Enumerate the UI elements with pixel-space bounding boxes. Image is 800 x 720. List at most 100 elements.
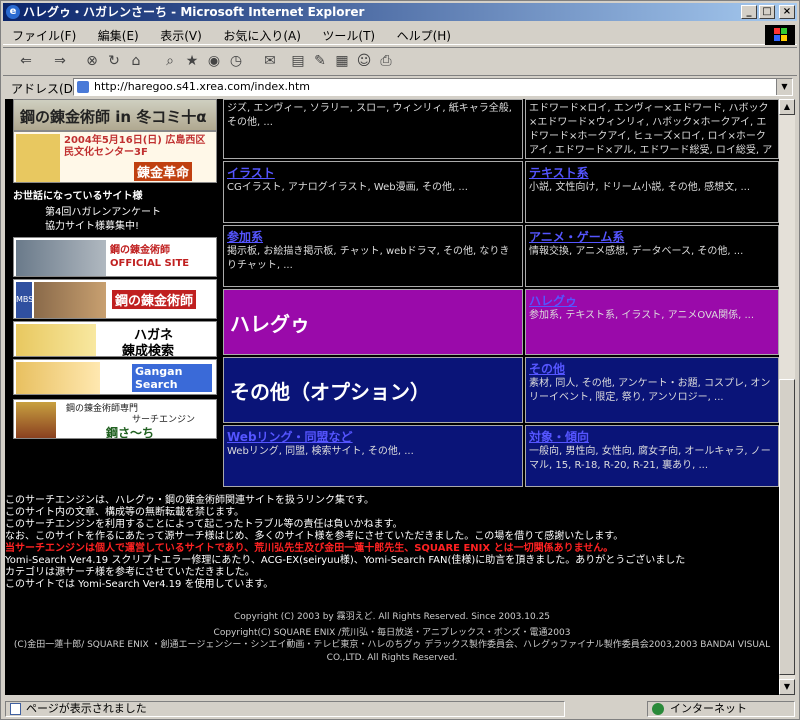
address-input[interactable]: http://haregoo.s41.xrea.com/index.htm ▼ (73, 78, 793, 96)
discuss-icon[interactable]: ▦ (333, 52, 351, 70)
info-line6: Yomi-Search Ver4.19 スクリプトエラー修理にあたり、ACG-E… (5, 555, 686, 566)
target-links[interactable]: 一般向, 男性向, 女性向, 腐女子向, オールキャラ, ノーマル, 15, R… (529, 445, 775, 473)
haregoo-big-title: ハレグゥ (230, 312, 310, 336)
menu-file[interactable]: ファイル(F) (3, 23, 85, 48)
illust-heading[interactable]: イラスト (227, 164, 519, 181)
banner-renkin-kakumei[interactable]: 2004年5月16日(日) 広島西区民文化センター3F 錬金革命 (13, 131, 217, 183)
menu-favorites[interactable]: お気に入り(A) (214, 23, 310, 48)
stop-icon[interactable]: ⊗ (83, 52, 101, 70)
media-icon[interactable]: ◉ (205, 52, 223, 70)
haregoo-links[interactable]: 参加系, テキスト系, イラスト, アニメOVA関係, ... (529, 309, 775, 323)
favorites-icon[interactable]: ★ (183, 52, 201, 70)
page-content: 鋼の錬金術師 in 冬コミ十α 2004年5月16日(日) 広島西区民文化センタ… (5, 99, 779, 695)
banner-hagane-search[interactable]: ハガネ 錬成検索 (13, 321, 217, 357)
status-text: ページが表示されました (26, 702, 147, 715)
banner-mbs-site[interactable]: MBS 鋼の錬金術師 (13, 279, 217, 319)
banner-renkin-date: 2004年5月16日(日) 広島西区民文化センター3F (64, 135, 206, 158)
site-info: このサーチエンジンは、ハレグゥ・鋼の錬金術師関連サイトを扱うリンク集です。 この… (5, 495, 779, 591)
girl-face-icon (16, 362, 100, 394)
scroll-down-icon[interactable]: ▼ (779, 679, 795, 695)
banner-gangan-search[interactable]: Gangan Search (13, 359, 217, 395)
research-icon[interactable]: ⎙ (377, 52, 395, 70)
edit-icon[interactable]: ✎ (311, 52, 329, 70)
menu-help[interactable]: ヘルプ(H) (388, 23, 460, 48)
info-line8: このサイトでは Yomi-Search Ver4.19 を使用しています。 (5, 579, 274, 590)
other-big-title: その他（オプション） (230, 380, 430, 404)
other-links[interactable]: 素材, 同人, その他, アンケート・お題, コスプレ, オンリーイベント, 限… (529, 377, 775, 405)
address-dropdown-icon[interactable]: ▼ (776, 79, 792, 95)
haregoo-banner-cell: ハレグゥ (223, 289, 523, 355)
weblink-heading[interactable]: Webリング・同盟など (227, 428, 519, 445)
back-icon[interactable]: ⇐ (17, 52, 35, 70)
menu-tools[interactable]: ツール(T) (313, 23, 384, 48)
forward-icon[interactable]: ⇒ (51, 52, 69, 70)
other-banner-cell: その他（オプション） (223, 357, 523, 423)
join-links[interactable]: 掲示板, お絵描き掲示板, チャット, webドラマ, その他, なりきりチャッ… (227, 245, 519, 273)
category-characters: ジズ, エンヴィー, ソラリー, スロー, ウィンリィ, 紙キャラ全般, その他… (223, 99, 523, 159)
close-button[interactable]: × (779, 5, 795, 19)
category-illust: イラスト CGイラスト, アナログイラスト, Web漫画, その他, ... (223, 161, 523, 223)
disclaimer-warning: 当サーチエンジンは個人で運営しているサイトであり、荒川弘先生及び金田一蓮十郎先生… (5, 543, 614, 554)
banner-mbs-label: MBS (16, 282, 33, 318)
category-haregoo: ハレグゥ 参加系, テキスト系, イラスト, アニメOVA関係, ... (525, 289, 779, 355)
footer-copyright-3: (C)金田一蓮十郎/ SQUARE ENIX ・創通エージェンシー・シンエイ動画… (13, 640, 771, 650)
join-heading[interactable]: 参加系 (227, 228, 519, 245)
status-text-panel: ページが表示されました (5, 701, 565, 717)
ie-window: e ハレグゥ・ハガレンさーち - Microsoft Internet Expl… (0, 0, 800, 720)
footer-copyright-4: CO.,LTD. All Rights Reserved. (326, 653, 458, 663)
minimize-button[interactable]: _ (741, 5, 757, 19)
standard-toolbar: ⇐ ⇒ ⊗ ↻ ⌂ ⌕ ★ ◉ ◷ ✉ ▤ ✎ ▦ ☺ ⎙ (3, 47, 797, 73)
anime-heading[interactable]: アニメ・ゲーム系 (529, 228, 775, 245)
category-couplings: エドワード×ロイ, エンヴィー×エドワード, ハボック×エドワード×ウィンリィ,… (525, 99, 779, 159)
print-icon[interactable]: ▤ (289, 52, 307, 70)
menu-edit[interactable]: 編集(E) (89, 23, 148, 48)
search-icon[interactable]: ⌕ (161, 52, 179, 70)
page-icon (77, 81, 89, 93)
banner-gangan-text: Gangan Search (132, 364, 212, 392)
ed-portrait-icon (16, 134, 60, 182)
status-zone: インターネット (670, 702, 747, 715)
banner-official-site[interactable]: 鋼の錬金術師 OFFICIAL SITE (13, 237, 217, 277)
category-weblink: Webリング・同盟など Webリング, 同盟, 検索サイト, その他, ... (223, 425, 523, 487)
couplings-links[interactable]: エドワード×ロイ, エンヴィー×エドワード, ハボック×エドワード×ウィンリィ,… (529, 102, 775, 158)
scroll-thumb[interactable] (779, 379, 795, 675)
info-line2: このサイト内の文章、構成等の無断転載を禁じます。 (5, 507, 244, 518)
characters-links[interactable]: ジズ, エンヴィー, ソラリー, スロー, ウィンリィ, 紙キャラ全般, その他… (227, 102, 519, 130)
info-line7: カテゴリは源サーチ様を参考にさせていただきました。 (5, 567, 255, 578)
banner-engine-top: 鋼の錬金術師専門 (66, 404, 139, 414)
refresh-icon[interactable]: ↻ (105, 52, 123, 70)
other-heading[interactable]: その他 (529, 360, 775, 377)
page-done-icon (10, 703, 21, 715)
category-join: 参加系 掲示板, お絵描き掲示板, チャット, webドラマ, その他, なりき… (223, 225, 523, 287)
windows-logo-icon (765, 25, 795, 45)
mail-icon[interactable]: ✉ (261, 52, 279, 70)
illust-links[interactable]: CGイラスト, アナログイラスト, Web漫画, その他, ... (227, 181, 519, 195)
maximize-button[interactable]: □ (759, 5, 775, 19)
menu-view[interactable]: 表示(V) (151, 23, 211, 48)
messenger-icon[interactable]: ☺ (355, 52, 373, 70)
address-label: アドレス(D) (11, 82, 78, 96)
haregoo-heading[interactable]: ハレグゥ (529, 292, 775, 309)
status-bar: ページが表示されました インターネット (3, 699, 797, 719)
title-bar: e ハレグゥ・ハガレンさーち - Microsoft Internet Expl… (3, 3, 797, 21)
text-links[interactable]: 小説, 文性向け, ドリーム小説, その他, 感想文, ... (529, 181, 775, 195)
info-line1: このサーチエンジンは、ハレグゥ・鋼の錬金術師関連サイトを扱うリンク集です。 (5, 495, 374, 506)
vertical-scrollbar[interactable]: ▲ ▼ (779, 99, 795, 695)
survey-line1[interactable]: 第4回ハガレンアンケート (45, 203, 161, 218)
text-heading[interactable]: テキスト系 (529, 164, 775, 181)
scroll-up-icon[interactable]: ▲ (779, 99, 795, 115)
banner-winter-comiket-text: 鋼の錬金術師 in 冬コミ十α (20, 108, 207, 126)
banner-engine-name: 鋼さ～ち (106, 426, 155, 439)
survey-line2[interactable]: 協力サイト様募集中! (45, 217, 139, 232)
history-icon[interactable]: ◷ (227, 52, 245, 70)
category-anime-game: アニメ・ゲーム系 情報交換, アニメ感想, データベース, その他, ... (525, 225, 779, 287)
banner-hagane-engine[interactable]: 鋼の錬金術師専門 サーチエンジン 鋼さ～ち (13, 399, 217, 439)
banner-mbs-text: 鋼の錬金術師 (112, 290, 197, 309)
sites-heading: お世話になっているサイト様 (13, 191, 143, 202)
anime-links[interactable]: 情報交換, アニメ感想, データベース, その他, ... (529, 245, 775, 259)
weblink-links[interactable]: Webリング, 同盟, 検索サイト, その他, ... (227, 445, 519, 459)
home-icon[interactable]: ⌂ (127, 52, 145, 70)
target-heading[interactable]: 対象・傾向 (529, 428, 775, 445)
category-text: テキスト系 小説, 文性向け, ドリーム小説, その他, 感想文, ... (525, 161, 779, 223)
banner-winter-comiket[interactable]: 鋼の錬金術師 in 冬コミ十α (13, 99, 217, 131)
